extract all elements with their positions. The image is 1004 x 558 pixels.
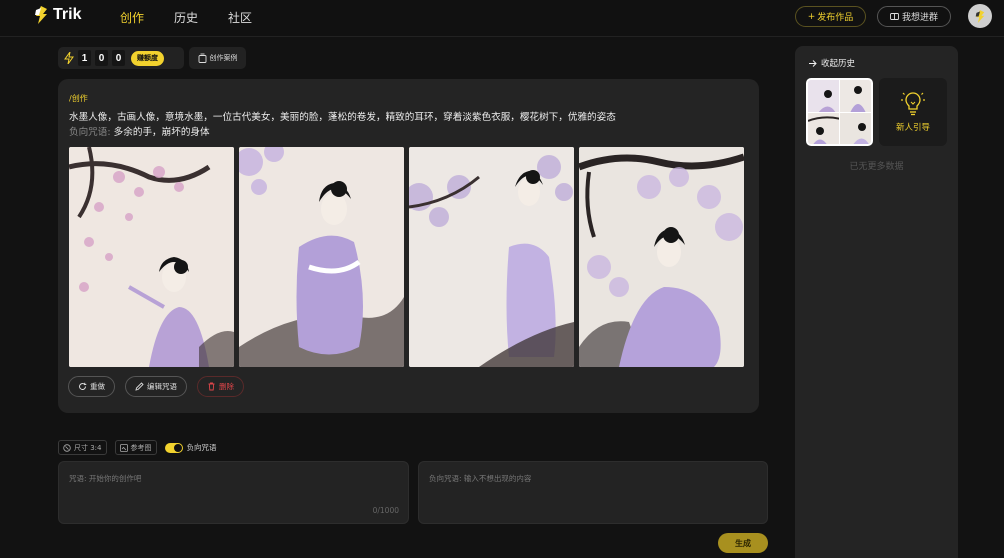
card-actions: 重做 编辑咒语 删除	[68, 376, 244, 397]
avatar[interactable]	[968, 4, 992, 28]
negative-toggle-label: 负向咒语	[186, 443, 217, 452]
char-counter: 0/1000	[372, 506, 399, 515]
thumbnail-cell	[840, 80, 871, 112]
earn-credits-button[interactable]: 赚额度	[131, 50, 164, 66]
publish-button[interactable]: + 发布作品	[795, 6, 866, 27]
generate-button[interactable]: 生成	[718, 533, 768, 553]
result-card: /创作 水墨人像，古画人像，意境水墨，一位古代美女，美丽的脸，蓬松的卷发，精致的…	[58, 79, 759, 413]
thumbnail-cell	[808, 80, 839, 112]
credit-digit: 1	[78, 50, 91, 66]
negative-label: 负向咒语:	[69, 127, 111, 138]
size-icon	[63, 443, 71, 452]
redo-label: 重做	[90, 382, 105, 391]
lightning-icon	[64, 52, 74, 64]
brand-name: Trik	[53, 6, 82, 23]
avatar-logo-icon	[975, 9, 985, 23]
prompt-text: 水墨人像，古画人像，意境水墨，一位古代美女，美丽的脸，蓬松的卷发，精致的耳环，穿…	[69, 112, 616, 123]
toggle-switch[interactable]	[164, 442, 183, 453]
size-label: 尺寸 3:4	[74, 443, 102, 452]
delete-label: 删除	[219, 382, 234, 391]
thumbnail-cell	[840, 112, 871, 144]
creation-cases-button[interactable]: 创作案例	[189, 47, 246, 69]
generated-images	[69, 147, 744, 367]
negative-prompt: 负向咒语: 多余的手，崩坏的身体	[69, 124, 210, 138]
credit-digit: 0	[112, 50, 125, 66]
top-bar: Trik 创作 历史 社区 + 发布作品 我想进群	[0, 0, 1004, 37]
join-label: 我想进群	[901, 13, 938, 23]
empty-state-text: 已无更多数据	[849, 162, 904, 172]
history-panel: 收起历史 新人引导 已无更多数据	[795, 46, 958, 558]
plus-icon: +	[807, 11, 816, 22]
edit-prompt-label: 编辑咒语	[147, 382, 177, 391]
credit-digit: 0	[95, 50, 108, 66]
negative-input-box	[418, 461, 768, 524]
lightbulb-icon	[901, 92, 925, 116]
trash-icon	[208, 382, 215, 391]
logo[interactable]: Trik	[34, 6, 81, 24]
generated-image[interactable]	[579, 147, 744, 367]
prompt-input-box: 0/1000	[58, 461, 409, 524]
credits-counter: 1 0 0 赚额度	[58, 47, 184, 69]
delete-button[interactable]: 删除	[197, 376, 244, 397]
main-nav: 创作 历史 社区	[120, 9, 282, 26]
arrow-right-icon	[809, 59, 817, 67]
generation-options: 尺寸 3:4 参考图 负向咒语	[58, 440, 217, 455]
reference-image-label: 参考图	[130, 443, 152, 452]
newbie-guide-button[interactable]: 新人引导	[879, 78, 947, 146]
nav-item-create[interactable]: 创作	[120, 9, 174, 26]
nav-item-history[interactable]: 历史	[174, 9, 228, 26]
collapse-history-button[interactable]: 收起历史	[808, 57, 855, 69]
image-icon	[119, 443, 128, 452]
edit-prompt-button[interactable]: 编辑咒语	[125, 376, 187, 397]
history-title: 收起历史	[821, 59, 856, 69]
box-icon	[198, 53, 206, 63]
reference-image-option[interactable]: 参考图	[114, 440, 157, 455]
size-option[interactable]: 尺寸 3:4	[58, 440, 107, 455]
negative-text: 多余的手，崩坏的身体	[113, 127, 210, 138]
history-thumbnail[interactable]	[806, 78, 873, 146]
generated-image[interactable]	[69, 147, 234, 367]
prompt-input[interactable]	[59, 462, 408, 523]
thumbnail-cell	[808, 112, 839, 144]
generated-image[interactable]	[409, 147, 574, 367]
redo-button[interactable]: 重做	[68, 376, 115, 397]
generated-image[interactable]	[239, 147, 404, 367]
publish-label: 发布作品	[817, 13, 854, 23]
logo-icon	[35, 6, 47, 24]
guide-label: 新人引导	[895, 123, 930, 133]
cases-label: 创作案例	[209, 54, 238, 62]
nav-item-community[interactable]: 社区	[228, 9, 282, 26]
negative-prompt-toggle[interactable]: 负向咒语	[164, 442, 217, 453]
pencil-icon	[135, 382, 144, 391]
refresh-icon	[79, 382, 87, 390]
card-label: /创作	[69, 94, 88, 103]
join-group-button[interactable]: 我想进群	[877, 6, 951, 27]
negative-prompt-input[interactable]	[419, 462, 767, 523]
group-icon	[890, 13, 899, 20]
